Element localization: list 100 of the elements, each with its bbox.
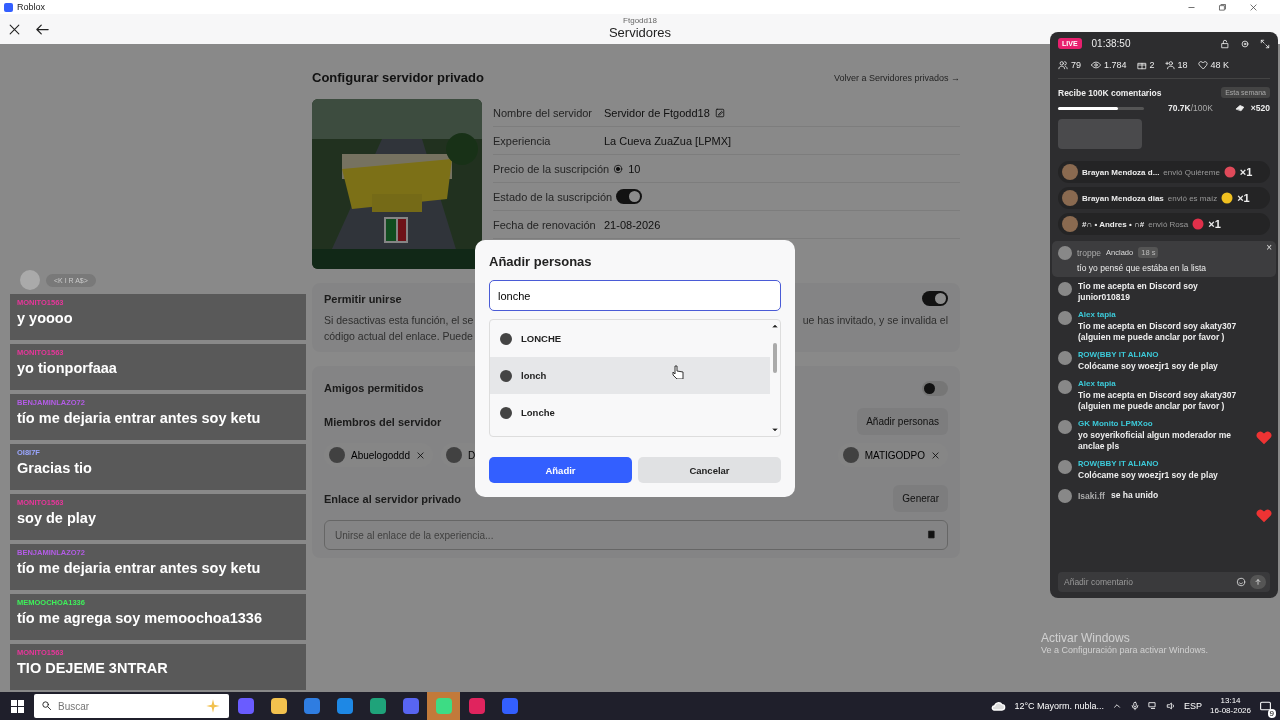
search-field[interactable]: Buscar [34,694,229,718]
add-people-button[interactable]: Añadir personas [857,408,948,435]
language-indicator[interactable]: ESP [1184,701,1203,711]
setting-description: Si desactivas esta función, el se [324,313,474,328]
avatar [1058,246,1072,260]
member-name: MATIGODPO [864,449,925,461]
comment-text: Tio me acepta en Discord soy akaty307 (alguien me puede anclar por favor ) [1078,390,1238,412]
app-logo [4,2,13,12]
microphone-icon [1130,701,1141,711]
close-icon [415,450,425,460]
stat-value: 79 [1071,60,1081,70]
chat-message: TIO DEJEME 3NTRAR [17,660,168,676]
edit-icon [714,107,725,118]
settings-icon [1240,38,1250,49]
network-icon [1148,701,1159,711]
detail-value: La Cueva ZuaZua [LPMX] [604,134,732,147]
generate-button[interactable]: Generar [893,485,948,512]
comment-user: Isaki.ff [1078,490,1105,501]
sparkle-icon [205,698,221,714]
avatar [1058,380,1072,394]
comment-field[interactable]: Añadir comentario [1058,572,1270,592]
setting-label: Permitir unirse [324,292,402,305]
window-title: Roblox [17,2,45,12]
avatar [1062,216,1078,232]
search-field[interactable]: lonche [489,280,781,311]
detail-label: Estado de la suscripción [493,190,614,203]
close-icon [8,22,21,36]
comment-text: Colócame soy woezjr1 soy de play [1078,361,1219,372]
detail-value: 21-08-2026 [604,218,661,231]
goal-title: Recibe 100K comentarios [1058,87,1162,98]
chat-message: tío me dejaria entrar antes soy ketu [17,560,261,576]
avatar [329,447,345,463]
emoji-icon [1236,577,1246,587]
stat-value: 48 K [1210,60,1230,70]
add-button[interactable]: Añadir [489,457,632,483]
hand-cursor-icon [672,365,684,379]
close-button[interactable]: × [1266,243,1272,253]
member-name: Abuelogoddd [351,449,410,461]
scroll-down-icon [772,427,778,433]
gift-action: envió Quiéreme [1163,167,1220,177]
comment-user: ƦOW(BBY IT ALIANO [1078,350,1160,359]
chat-message: yo tionporfaaa [17,360,117,376]
reward-icon [1234,103,1245,113]
cancel-button[interactable]: Cancelar [638,457,781,483]
clock-time: 13:14 [1220,696,1241,706]
avatar [1062,190,1078,206]
stat-value: 1.784 [1104,60,1127,70]
setting-description: código actual del enlace. Puede [324,329,474,344]
gift-count: ×1 [1239,166,1253,178]
stream-timer: 01:38:50 [1091,38,1131,49]
result-item[interactable]: LONCHE [490,320,770,357]
lock-icon [1220,38,1230,49]
scrollbar-thumb[interactable] [773,343,777,373]
section-title: Configurar servidor privado [312,70,484,85]
toggle-switch[interactable] [616,189,643,204]
people-icon [1058,60,1068,70]
avatar [445,447,462,463]
back-link[interactable]: Volver a Servidores privados → [833,72,960,83]
comment-user: troppe [1077,247,1102,258]
scroll-up-icon [772,323,778,329]
setting-label: Enlace al servidor privado [324,492,461,505]
weather-text: 12°C Mayorm. nubla... [1014,701,1105,711]
toggle-switch[interactable] [922,380,948,396]
back-arrow-icon [35,21,50,37]
page-title: Servidores [608,25,672,40]
avatar [20,270,40,290]
detail-label: Nombre del servidor [493,106,594,119]
avatar [1062,164,1078,180]
setting-label: Miembros del servidor [324,415,442,428]
gift-action: envió Rosa [1148,219,1189,229]
up-arrow-icon [1254,578,1262,586]
chat-message: y yoooo [17,310,73,326]
avatar [1058,311,1072,325]
avatar [1058,460,1072,474]
comment-text: Colócame soy woezjr1 soy de play [1078,470,1219,481]
comment-user: ƦOW(BBY IT ALIANO [1078,459,1160,468]
result-item[interactable]: lonch [490,357,770,394]
setting-description: ue has invitado, y se invalida el [802,313,948,328]
close-icon [1249,2,1258,12]
result-item[interactable]: Lonche [490,394,770,431]
gift-count: ×1 [1208,218,1221,230]
comment-text: yo soyerikoficial algun moderador me anclae pls [1078,430,1233,452]
grid-icon [10,699,24,713]
comment-user: Alex tapia [1078,310,1117,319]
chat-message: Gracias tio [17,460,92,476]
detail-value: 10 [628,162,641,175]
search-icon [41,700,52,711]
add-person-icon [1164,60,1175,70]
avatar [1058,351,1072,365]
avatar [500,406,512,419]
gift-action: envió es maíz [1167,193,1218,203]
link-field[interactable]: Unirse al enlace de la experiencia... [324,520,948,550]
heart-icon [1256,431,1272,445]
notification-icon [1259,699,1272,713]
expand-icon [1260,38,1270,49]
detail-label: Precio de la suscripción [493,162,611,175]
join-notice: se ha unido [1110,490,1159,501]
detail-label: Experiencia [493,134,552,147]
reward-count: ×520 [1250,103,1270,113]
toggle-switch[interactable] [922,291,948,306]
